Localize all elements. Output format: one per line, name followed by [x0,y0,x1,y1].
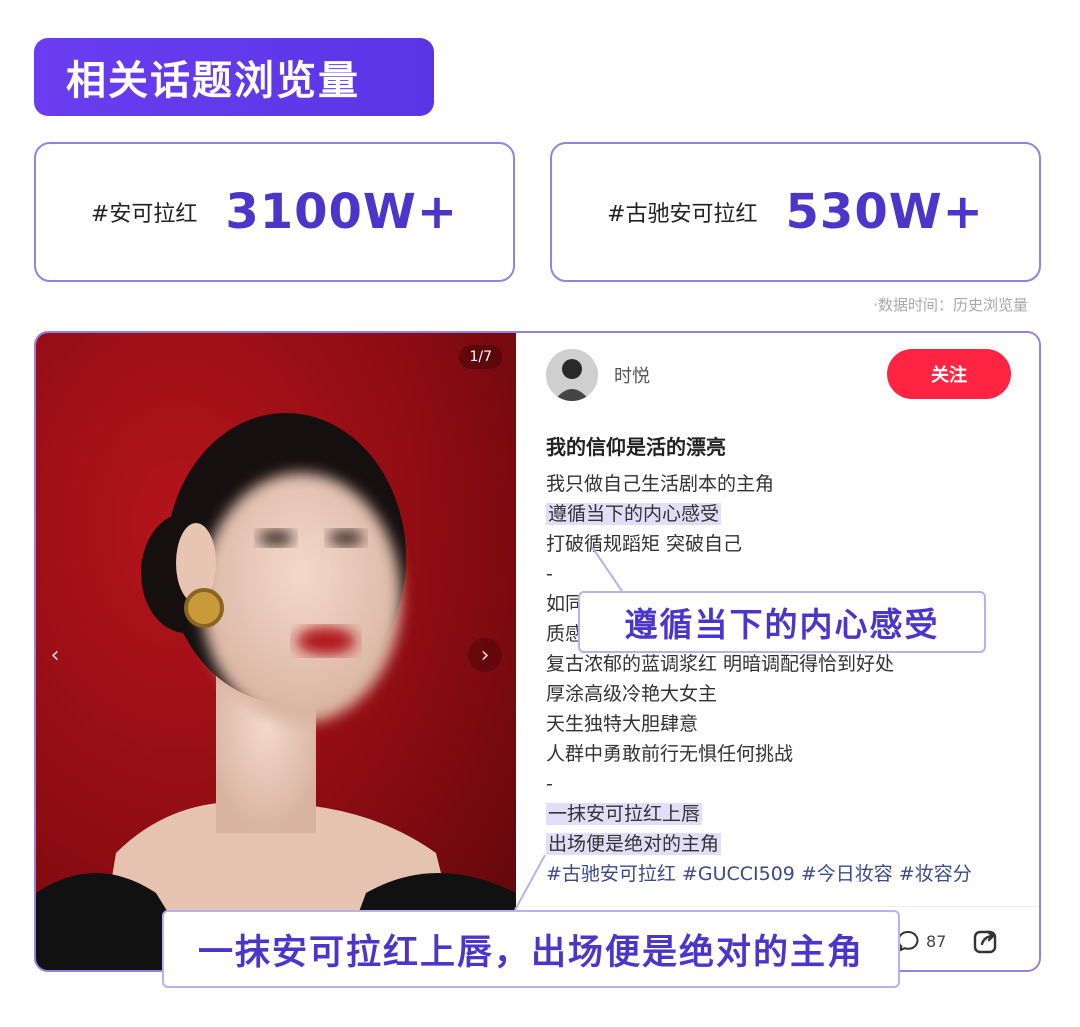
page-title-badge: 相关话题浏览量 [34,38,434,116]
page-counter: 1/7 [459,345,502,369]
post-photo[interactable]: 1/7 ‹ › [36,333,516,970]
post-body: 我只做自己生活剧本的主角 遵循当下的内心感受 打破循规蹈矩 突破自己 - 如同 … [546,469,1016,889]
post-line: 复古浓郁的蓝调浆红 明暗调配得恰到好处 [546,653,895,675]
chevron-left-icon[interactable]: ‹ [38,638,72,672]
comment-count: 87 [926,931,947,951]
author-row[interactable]: 时悦 [546,349,650,401]
portrait-illustration [36,413,516,970]
post-title: 我的信仰是活的漂亮 [546,435,726,459]
highlighted-text: 遵循当下的内心感受 [546,503,722,525]
hashtag-link[interactable]: #妆容分 [899,863,972,885]
callout-quote: 遵循当下的内心感受 [578,591,986,653]
post-line: 出场便是绝对的主角 [546,829,1016,859]
stat-tag: #古驰安可拉红 [607,202,758,227]
stat-value: 3100W+ [225,184,459,240]
share-button[interactable] [972,927,1000,959]
post-line: 遵循当下的内心感受 [546,499,1016,529]
post-line: - [546,773,553,795]
highlighted-text: 一抹安可拉红上唇 [546,803,703,825]
stat-value: 530W+ [785,184,984,240]
post-line: - [546,563,553,585]
post-line: 天生独特大胆肆意 [546,713,699,735]
stat-card-2: #古驰安可拉红 530W+ [550,142,1041,282]
avatar-image [546,349,598,401]
stat-card-1: #安可拉红 3100W+ [34,142,515,282]
follow-button[interactable]: 关注 [887,349,1011,399]
comment-button[interactable]: 87 [896,929,946,953]
post-line: 人群中勇敢前行无惧任何挑战 [546,743,794,765]
avatar[interactable] [546,349,598,401]
hashtag-link[interactable]: #今日妆容 [801,863,893,885]
post-line: 打破循规蹈矩 突破自己 [546,533,743,555]
post-line: 我只做自己生活剧本的主角 [546,473,775,495]
data-time-note: ·数据时间：历史浏览量 [873,296,1028,314]
author-name[interactable]: 时悦 [614,362,650,388]
stat-tag: #安可拉红 [90,202,198,227]
hashtag-link[interactable]: #GUCCI509 [682,863,795,885]
post-line: 一抹安可拉红上唇 [546,799,1016,829]
chevron-right-icon[interactable]: › [468,638,502,672]
hashtag-list: #古驰安可拉红 #GUCCI509 #今日妆容 #妆容分 [546,859,1016,889]
post-line: 厚涂高级冷艳大女主 [546,683,718,705]
hashtag-link[interactable]: #古驰安可拉红 [546,863,676,885]
share-icon [973,930,997,954]
highlighted-text: 出场便是绝对的主角 [546,833,722,855]
callout-quote: 一抹安可拉红上唇，出场便是绝对的主角 [162,910,900,988]
page-title: 相关话题浏览量 [66,58,360,104]
